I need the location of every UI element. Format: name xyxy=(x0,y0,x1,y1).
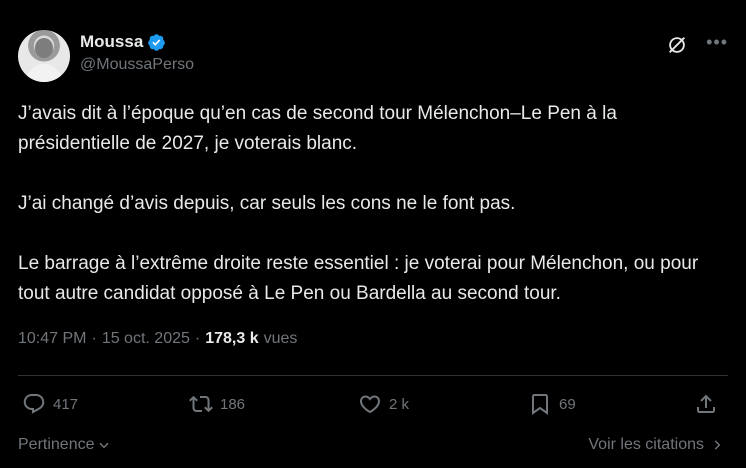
tweet-paragraph: J’ai changé d’avis depuis, car seuls les… xyxy=(18,193,516,214)
repost-button[interactable]: 186 xyxy=(189,392,245,416)
handle[interactable]: @MoussaPerso xyxy=(80,56,194,74)
avatar-head xyxy=(35,38,53,58)
header-actions: ••• xyxy=(666,33,728,56)
more-icon[interactable]: ••• xyxy=(706,33,728,51)
share-button[interactable] xyxy=(694,392,718,416)
bookmark-icon xyxy=(532,394,548,415)
bookmark-count: 69 xyxy=(559,395,576,413)
like-button[interactable]: 2 k xyxy=(358,392,409,416)
reply-button[interactable]: 417 xyxy=(22,392,78,416)
divider xyxy=(18,375,728,376)
reply-count: 417 xyxy=(53,395,79,413)
like-count: 2 k xyxy=(389,395,410,413)
action-bar: 417 186 2 k 69 xyxy=(18,392,728,424)
verified-badge-icon[interactable] xyxy=(147,33,166,52)
tweet-time[interactable]: 10:47 PM xyxy=(18,330,86,348)
quotes-label: Voir les citations xyxy=(588,436,704,453)
chevron-down-icon xyxy=(98,442,109,449)
repost-count: 186 xyxy=(220,395,246,413)
meta-separator: · xyxy=(91,330,97,347)
reply-controls: Pertinence Voir les citations xyxy=(18,436,728,458)
tweet-header: Moussa @MoussaPerso ••• xyxy=(18,28,728,84)
tweet-date[interactable]: 15 oct. 2025 xyxy=(102,330,190,348)
avatar[interactable] xyxy=(18,30,70,82)
tweet-text: J’avais dit à l’époque qu’en cas de seco… xyxy=(18,99,730,309)
tweet-meta: 10:47 PM · 15 oct. 2025 · 178,3 k vues xyxy=(18,330,297,348)
views-count[interactable]: 178,3 k xyxy=(205,330,258,348)
view-quotes-link[interactable]: Voir les citations xyxy=(588,436,724,454)
tweet-paragraph: Le barrage à l’extrême droite reste esse… xyxy=(18,253,699,304)
sort-dropdown[interactable]: Pertinence xyxy=(18,436,111,454)
views-label: vues xyxy=(263,330,298,347)
share-icon xyxy=(697,394,715,413)
display-name[interactable]: Moussa xyxy=(80,32,143,52)
bookmark-button[interactable]: 69 xyxy=(528,392,576,416)
grok-icon[interactable] xyxy=(666,34,688,56)
like-icon xyxy=(359,395,381,414)
author-block: Moussa @MoussaPerso xyxy=(80,32,194,74)
repost-icon xyxy=(189,395,213,413)
avatar-shirt xyxy=(26,64,62,82)
name-row: Moussa xyxy=(80,32,194,52)
chevron-right-icon xyxy=(714,440,721,450)
meta-separator: · xyxy=(194,330,201,347)
reply-icon xyxy=(23,394,45,414)
tweet-paragraph: J’avais dit à l’époque qu’en cas de seco… xyxy=(18,103,617,154)
sort-label: Pertinence xyxy=(18,436,95,453)
